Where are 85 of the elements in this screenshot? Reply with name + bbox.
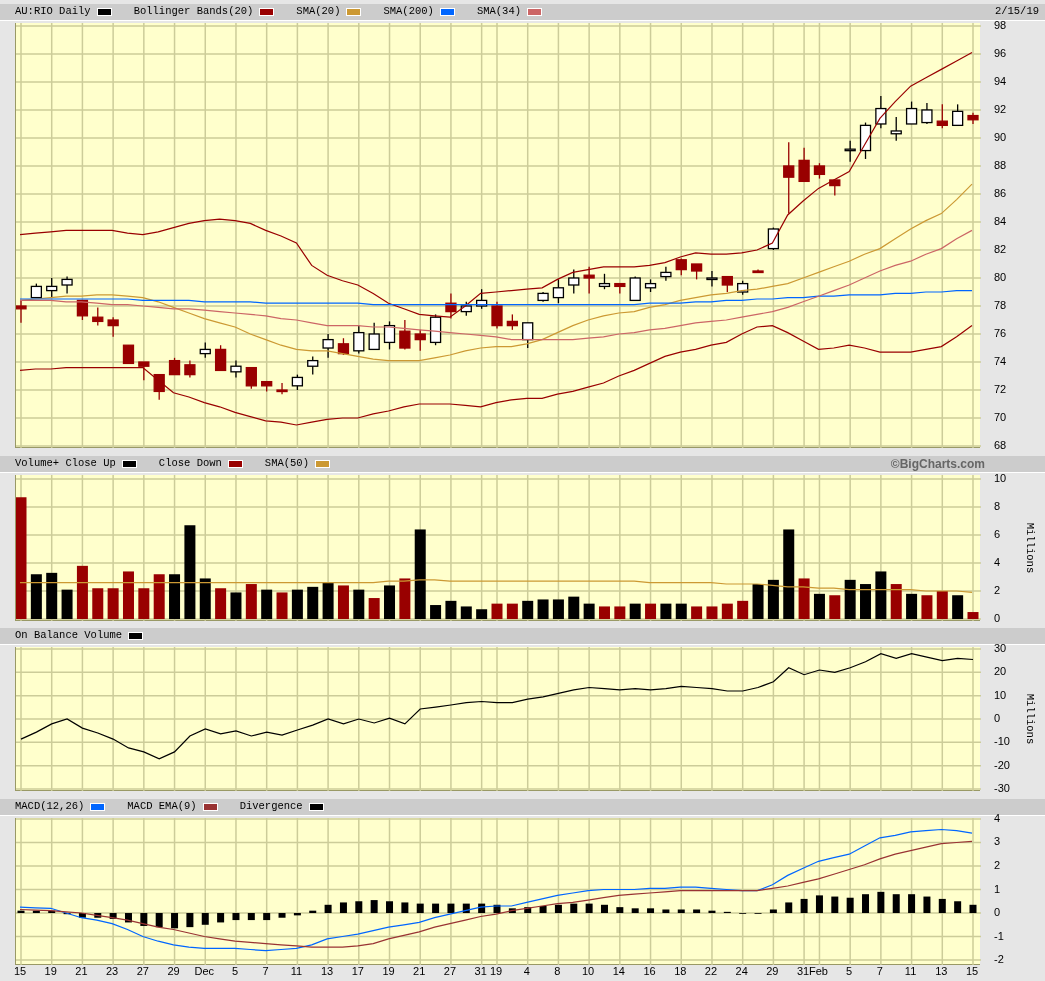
axis-tick-label: 10 [994, 473, 1007, 485]
axis-tick-label: 7 [876, 966, 883, 977]
legend-label: SMA(200) [383, 4, 434, 20]
axis-tick-label: 3 [994, 836, 1001, 848]
axis-tick-label: 18 [674, 966, 687, 977]
axis-tick-label: 29 [766, 966, 779, 977]
legend-label: AU:RIO Daily [15, 4, 91, 20]
axis-tick-label: Dec [194, 966, 215, 977]
axis-tick-label: 0 [994, 613, 1001, 625]
legend-label: SMA(20) [296, 4, 341, 20]
axis-title: Millions [1024, 693, 1035, 745]
axis-tick-label: 84 [994, 216, 1007, 227]
axis-tick-label: 14 [612, 966, 625, 977]
axis-tick-label: 90 [994, 131, 1007, 143]
legend-label: SMA(34) [476, 4, 521, 20]
axis-tick-label: 68 [994, 440, 1007, 452]
axis-tick-label: 24 [735, 966, 748, 977]
axis-tick-label: 16 [643, 966, 656, 977]
axis-tick-label: 21 [75, 966, 88, 977]
axis-tick-label: 11 [290, 966, 303, 977]
axis-tick-label: 4 [994, 557, 1001, 569]
axis-tick-label: 0 [994, 907, 1001, 918]
axis-tick-label: 98 [994, 19, 1007, 31]
axis-tick-label: 10 [994, 689, 1007, 701]
axis-tick-label: 94 [994, 75, 1007, 87]
axis-tick-label: 21 [413, 966, 426, 977]
legend-label: MACD(12,26) [15, 799, 85, 815]
axis-tick-label: 29 [167, 966, 180, 977]
axis-tick-label: 23 [106, 966, 119, 977]
axis-tick-label: 19 [489, 966, 503, 977]
axis-tick-label: 0 [994, 713, 1001, 724]
axis-tick-label: 82 [994, 244, 1007, 255]
axis-tick-label: 4 [523, 966, 530, 977]
axis-tick-label: 88 [994, 159, 1007, 171]
chart-date: 2/15/19 [994, 4, 1039, 20]
legend-label: Volume+ Close Up [15, 456, 116, 472]
axis-tick-label: -1 [994, 930, 1004, 942]
legend-label: MACD EMA(9) [127, 799, 197, 815]
axis-tick-label: 7 [262, 966, 269, 977]
axis-title: Millions [1024, 522, 1035, 574]
axis-tick-label: 4 [994, 812, 1001, 824]
legend-label: Bollinger Bands(20) [133, 4, 254, 20]
axis-tick-label: 5 [231, 966, 238, 977]
credit-text: ©BigCharts.com [890, 456, 985, 473]
axis-tick-label: 17 [351, 966, 364, 977]
axis-tick-label: 8 [554, 966, 561, 977]
axis-tick-label: 27 [443, 966, 457, 977]
axis-tick-label: 13 [935, 966, 948, 977]
axis-tick-label: 31 [474, 966, 487, 977]
axis-tick-label: 92 [994, 103, 1007, 115]
legend-label: SMA(50) [264, 456, 309, 472]
axis-tick-label: -10 [994, 736, 1010, 748]
axis-tick-label: -2 [994, 954, 1004, 966]
axis-tick-label: 72 [994, 384, 1007, 395]
axis-tick-label: 15 [965, 966, 979, 977]
axis-tick-label: 74 [994, 356, 1007, 367]
axis-tick-label: 2 [994, 585, 1001, 597]
axis-tick-label: 5 [846, 966, 853, 977]
axis-tick-label: 19 [382, 966, 395, 977]
axis-tick-label: 76 [994, 328, 1007, 339]
axis-tick-label: 70 [994, 412, 1007, 424]
axis-tick-label: 10 [582, 966, 595, 977]
axis-tick-label: 19 [44, 966, 57, 977]
axis-tick-label: -30 [994, 783, 1010, 794]
axis-tick-label: 13 [320, 966, 334, 977]
axis-tick-label: 80 [994, 272, 1007, 283]
legend-label: Divergence [239, 799, 303, 815]
axis-tick-label: 27 [136, 966, 149, 977]
axis-tick-label: 96 [994, 47, 1007, 59]
axis-tick-label: -20 [994, 759, 1010, 771]
axis-tick-label: 11 [904, 966, 917, 977]
axis-tick-label: 6 [994, 529, 1001, 541]
axis-tick-label: 1 [994, 883, 1001, 895]
axis-tick-label: 78 [994, 300, 1007, 311]
axis-tick-label: 86 [994, 187, 1007, 199]
axis-tick-label: 2 [994, 859, 1001, 871]
axis-tick-label: 20 [994, 666, 1007, 678]
axis-tick-label: Feb [808, 966, 828, 977]
axis-tick-label: 31 [796, 966, 810, 977]
axis-tick-label: 15 [13, 966, 27, 977]
legend-label: On Balance Volume [15, 628, 123, 644]
axis-tick-label: 8 [994, 501, 1001, 513]
axis-tick-label: 30 [994, 643, 1007, 654]
legend-label: Close Down [158, 456, 222, 472]
axis-tick-label: 22 [704, 966, 718, 977]
